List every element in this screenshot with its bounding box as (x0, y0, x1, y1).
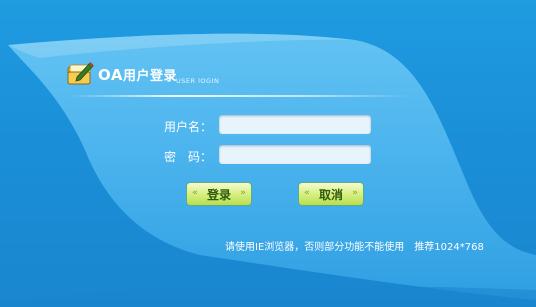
password-input[interactable] (219, 145, 371, 164)
browser-recommendation-note: 请使用IE浏览器，否则部分功能不能使用 推荐1024*768 (225, 242, 484, 253)
chevron-right-icon: » (240, 188, 246, 198)
chevron-left-icon: « (304, 188, 310, 198)
login-button-label: 登录 (206, 187, 231, 202)
folder-pencil-icon (67, 62, 94, 85)
chevron-left-icon: « (192, 188, 198, 198)
page-subtitle: USER lOGIN (176, 77, 220, 85)
username-input[interactable] (219, 115, 371, 134)
page-title: OA用户登录 (98, 65, 177, 84)
username-label: 用户名： (164, 120, 213, 134)
title-suffix: 用户登录 (122, 69, 177, 84)
cancel-button[interactable]: « 取消 » (299, 183, 363, 205)
title-divider (70, 95, 410, 97)
password-label: 密 码： (164, 150, 213, 164)
chevron-right-icon: » (352, 188, 358, 198)
cancel-button-label: 取消 (318, 187, 343, 202)
login-button[interactable]: « 登录 » (187, 183, 251, 205)
title-prefix: OA (98, 66, 123, 84)
